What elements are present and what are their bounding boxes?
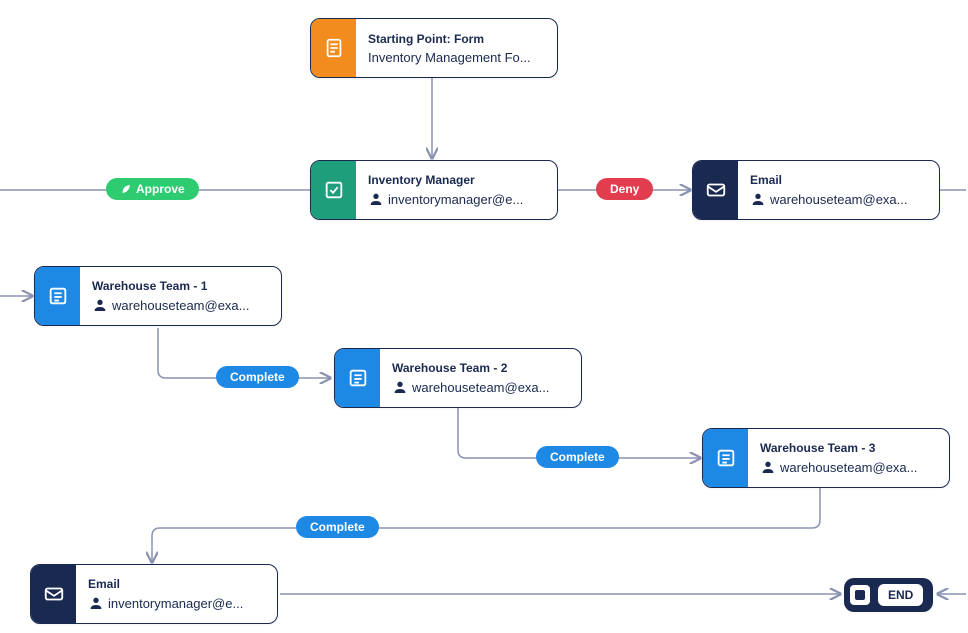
node-subtitle: inventorymanager@e...: [368, 191, 545, 207]
person-icon: [368, 191, 384, 207]
node-warehouse-3[interactable]: Warehouse Team - 3 warehouseteam@exa...: [702, 428, 950, 488]
node-starting-point[interactable]: Starting Point: Form Inventory Managemen…: [310, 18, 558, 78]
end-label: END: [878, 584, 923, 606]
approval-icon: [311, 161, 356, 219]
pill-approve[interactable]: Approve: [106, 178, 199, 200]
person-icon: [92, 297, 108, 313]
node-subtitle: warehouseteam@exa...: [750, 191, 927, 207]
pill-complete-2[interactable]: Complete: [536, 446, 619, 468]
node-subtitle: Inventory Management Fo...: [368, 50, 545, 65]
task-icon: [35, 267, 80, 325]
leaf-icon: [120, 183, 132, 195]
person-icon: [760, 459, 776, 475]
person-icon: [750, 191, 766, 207]
node-subtitle: warehouseteam@exa...: [92, 297, 269, 313]
node-email-end[interactable]: Email inventorymanager@e...: [30, 564, 278, 624]
task-icon: [703, 429, 748, 487]
node-title: Warehouse Team - 1: [92, 279, 269, 293]
node-title: Email: [750, 173, 927, 187]
node-subtitle: warehouseteam@exa...: [392, 379, 569, 395]
pill-complete-1[interactable]: Complete: [216, 366, 299, 388]
node-end[interactable]: END: [844, 578, 933, 612]
node-subtitle: inventorymanager@e...: [88, 595, 265, 611]
node-title: Warehouse Team - 3: [760, 441, 937, 455]
person-icon: [392, 379, 408, 395]
form-icon: [311, 19, 356, 77]
pill-complete-3[interactable]: Complete: [296, 516, 379, 538]
node-subtitle: warehouseteam@exa...: [760, 459, 937, 475]
email-icon: [31, 565, 76, 623]
node-inventory-manager[interactable]: Inventory Manager inventorymanager@e...: [310, 160, 558, 220]
node-title: Warehouse Team - 2: [392, 361, 569, 375]
task-icon: [335, 349, 380, 407]
person-icon: [88, 595, 104, 611]
node-title: Email: [88, 577, 265, 591]
node-email-deny[interactable]: Email warehouseteam@exa...: [692, 160, 940, 220]
node-warehouse-1[interactable]: Warehouse Team - 1 warehouseteam@exa...: [34, 266, 282, 326]
stop-icon: [850, 585, 870, 605]
node-warehouse-2[interactable]: Warehouse Team - 2 warehouseteam@exa...: [334, 348, 582, 408]
email-icon: [693, 161, 738, 219]
node-title: Inventory Manager: [368, 173, 545, 187]
node-title: Starting Point: Form: [368, 32, 545, 46]
pill-deny[interactable]: Deny: [596, 178, 653, 200]
